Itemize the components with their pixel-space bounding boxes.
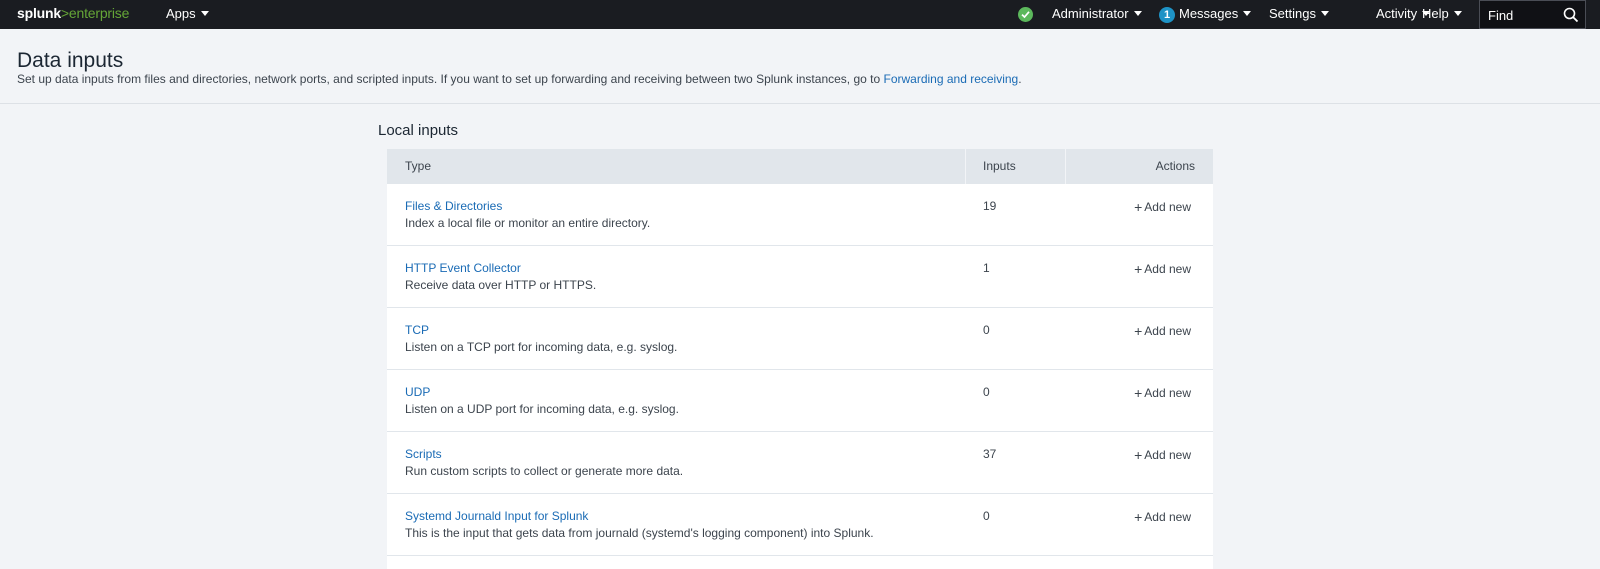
chevron-down-icon (1243, 11, 1252, 16)
column-header-inputs: Inputs (983, 159, 1016, 173)
input-count: 0 (983, 509, 990, 523)
table-row: HTTP Event Collector Receive data over H… (387, 246, 1213, 308)
local-inputs-heading: Local inputs (378, 122, 459, 139)
table-row: Systemd Journald Input for Splunk This i… (387, 494, 1213, 556)
input-type-link-files-directories[interactable]: Files & Directories (405, 199, 502, 213)
chevron-down-icon (1133, 11, 1142, 16)
apps-menu[interactable]: Apps (166, 6, 209, 21)
messages-menu[interactable]: 1 Messages (1159, 6, 1252, 23)
table-row-partial (387, 556, 1213, 569)
input-type-description: Run custom scripts to collect or generat… (405, 464, 684, 478)
settings-menu-label: Settings (1269, 6, 1316, 21)
messages-menu-label: Messages (1179, 6, 1239, 21)
user-menu-label: Administrator (1052, 6, 1129, 21)
input-type-description: Index a local file or monitor an entire … (405, 216, 651, 230)
plus-icon: + (1134, 385, 1143, 401)
chevron-down-icon (1320, 11, 1329, 16)
table-row: Files & Directories Index a local file o… (387, 184, 1213, 246)
add-new-label: Add new (1144, 200, 1191, 214)
column-divider (1065, 149, 1066, 184)
search-icon[interactable] (1563, 7, 1579, 23)
settings-menu[interactable]: Settings (1269, 6, 1329, 21)
local-inputs-table: Type Inputs Actions Files & Directories … (387, 149, 1213, 569)
plus-icon: + (1134, 509, 1143, 525)
column-header-actions: Actions (1155, 159, 1195, 173)
input-type-description: Receive data over HTTP or HTTPS. (405, 278, 597, 292)
input-type-link-http-event-collector[interactable]: HTTP Event Collector (405, 261, 521, 275)
table-row: Scripts Run custom scripts to collect or… (387, 432, 1213, 494)
add-new-label: Add new (1144, 448, 1191, 462)
add-new-label: Add new (1144, 386, 1191, 400)
user-menu[interactable]: Administrator (1052, 6, 1142, 21)
health-status-icon[interactable] (1018, 7, 1033, 22)
help-menu[interactable]: Help (1422, 6, 1462, 21)
input-type-link-scripts[interactable]: Scripts (405, 447, 442, 461)
table-header: Type Inputs Actions (387, 149, 1213, 184)
input-type-link-systemd-journald[interactable]: Systemd Journald Input for Splunk (405, 509, 588, 523)
column-header-type: Type (405, 159, 432, 173)
chevron-down-icon (1453, 11, 1462, 16)
input-count: 37 (983, 447, 997, 461)
activity-menu-label: Activity (1376, 6, 1418, 21)
logo-arrow-text: > (60, 5, 69, 21)
add-new-label: Add new (1144, 510, 1191, 524)
add-new-button[interactable]: + Add new (1134, 447, 1191, 463)
plus-icon: + (1134, 323, 1143, 339)
find-search-box (1479, 0, 1586, 29)
checkmark-icon (1021, 11, 1030, 19)
add-new-button[interactable]: + Add new (1134, 509, 1191, 525)
add-new-button[interactable]: + Add new (1134, 323, 1191, 339)
input-count: 19 (983, 199, 997, 213)
input-count: 0 (983, 385, 990, 399)
input-type-link-tcp[interactable]: TCP (405, 323, 429, 337)
plus-icon: + (1134, 447, 1143, 463)
page-description-trailing: . (1018, 72, 1022, 86)
help-menu-label: Help (1422, 6, 1449, 21)
plus-icon: + (1134, 261, 1143, 277)
input-count: 0 (983, 323, 990, 337)
apps-menu-label: Apps (166, 6, 196, 21)
table-row: TCP Listen on a TCP port for incoming da… (387, 308, 1213, 370)
table-row: UDP Listen on a UDP port for incoming da… (387, 370, 1213, 432)
input-type-link-udp[interactable]: UDP (405, 385, 430, 399)
messages-count-badge: 1 (1159, 7, 1175, 23)
splunk-enterprise-logo[interactable]: splunk>enterprise (17, 5, 129, 21)
column-divider (965, 149, 966, 184)
forwarding-and-receiving-link[interactable]: Forwarding and receiving (883, 72, 1018, 86)
page-header: Data inputs Set up data inputs from file… (0, 29, 1600, 104)
add-new-button[interactable]: + Add new (1134, 385, 1191, 401)
add-new-button[interactable]: + Add new (1134, 261, 1191, 277)
add-new-button[interactable]: + Add new (1134, 199, 1191, 215)
add-new-label: Add new (1144, 324, 1191, 338)
logo-splunk-text: splunk (17, 5, 61, 21)
add-new-label: Add new (1144, 262, 1191, 276)
input-type-description: Listen on a UDP port for incoming data, … (405, 402, 679, 416)
page-title: Data inputs (17, 49, 124, 72)
find-input[interactable] (1488, 7, 1558, 24)
input-type-description: This is the input that gets data from jo… (405, 526, 874, 540)
plus-icon: + (1134, 199, 1143, 215)
chevron-down-icon (200, 11, 209, 16)
logo-enterprise-text: enterprise (68, 5, 130, 21)
page-description: Set up data inputs from files and direct… (17, 72, 1022, 86)
page-description-text: Set up data inputs from files and direct… (17, 72, 884, 86)
input-type-description: Listen on a TCP port for incoming data, … (405, 340, 678, 354)
top-navigation-bar: splunk>enterprise Apps Administrator 1 Me… (0, 0, 1600, 29)
input-count: 1 (983, 261, 990, 275)
